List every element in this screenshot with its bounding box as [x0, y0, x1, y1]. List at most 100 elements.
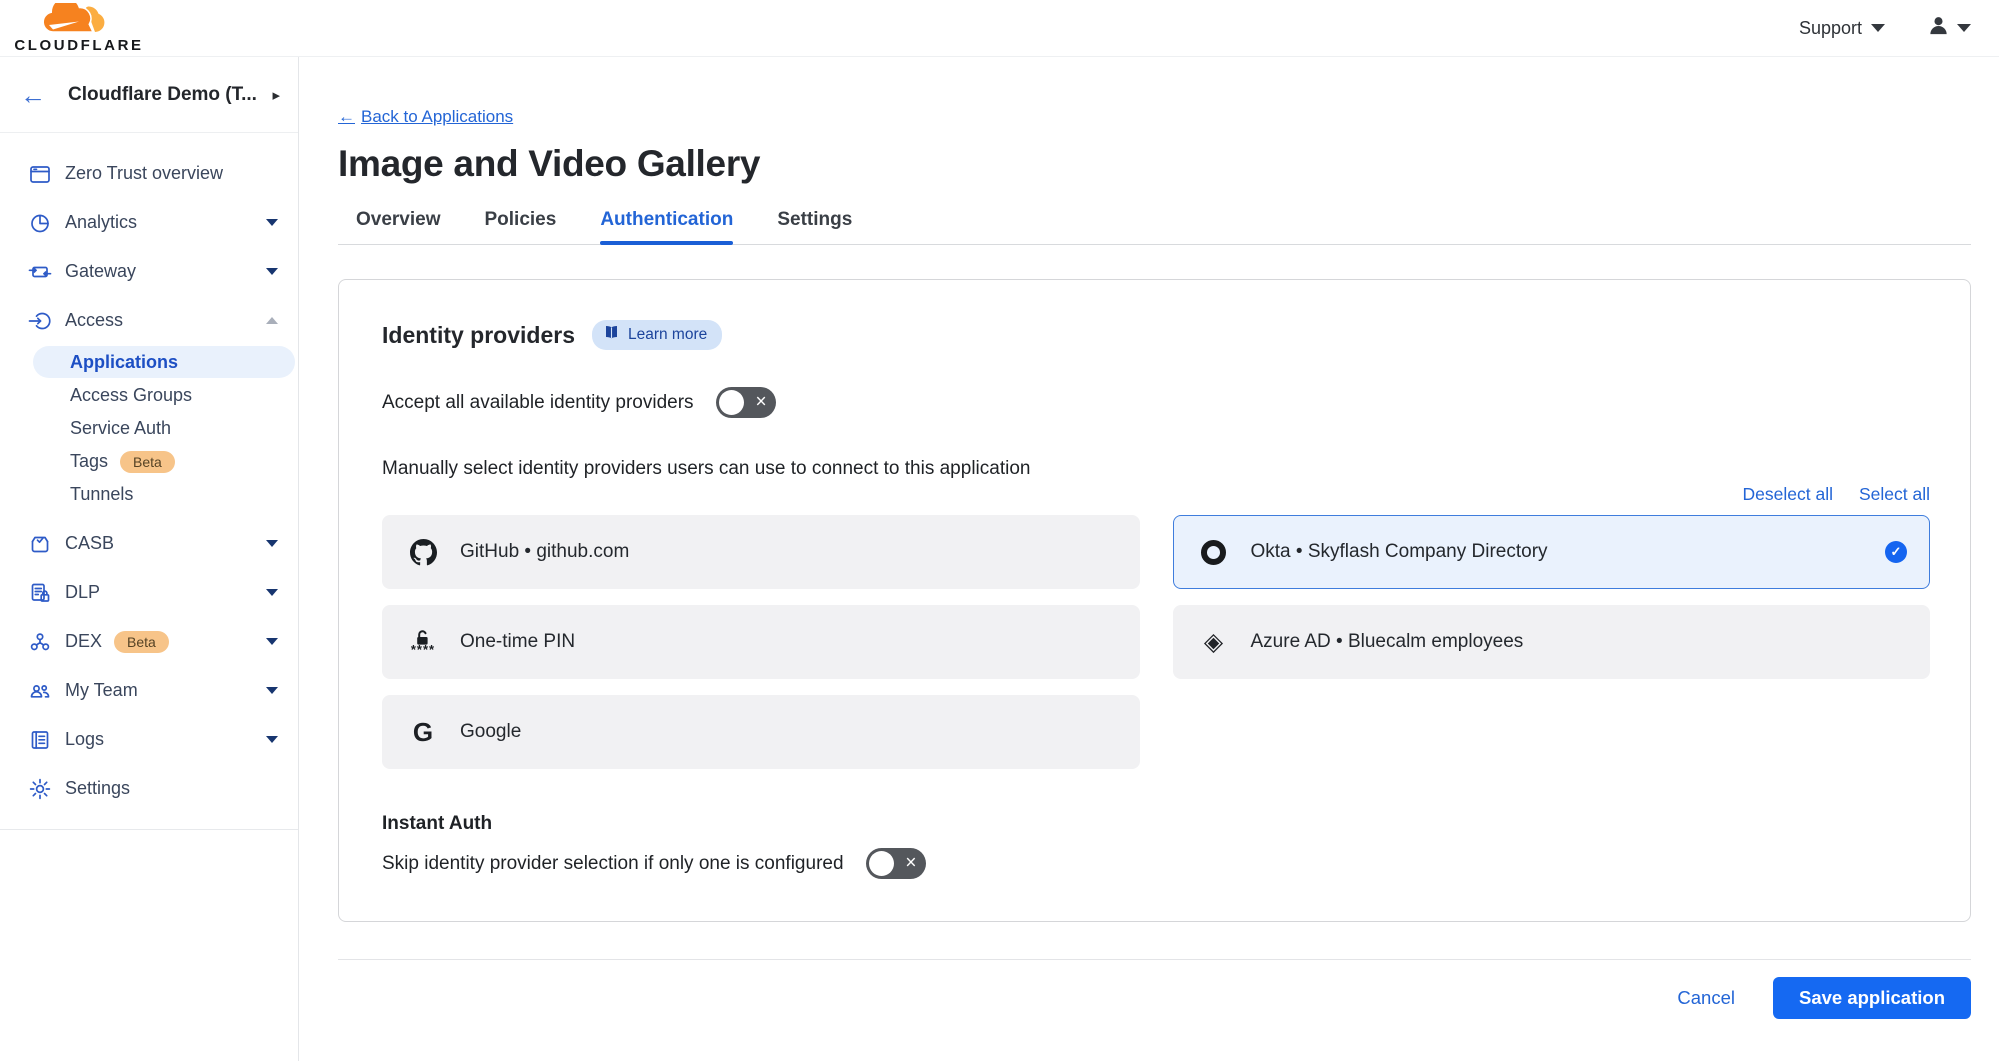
provider-card-one-time-pin[interactable]: **** One-time PIN: [382, 605, 1140, 679]
selected-check-icon: ✓: [1885, 541, 1907, 563]
sidebar-item-settings[interactable]: Settings: [0, 764, 298, 813]
tab-overview[interactable]: Overview: [356, 209, 441, 244]
accept-all-toggle[interactable]: ×: [716, 387, 776, 418]
cloudflare-logo[interactable]: CLOUDFLARE: [14, 3, 144, 54]
zero-trust-dashboard: CLOUDFLARE Support ← Cloudflare Demo (: [0, 0, 1999, 1061]
chevron-up-icon: [266, 317, 278, 324]
accept-all-row: Accept all available identity providers …: [382, 387, 1930, 418]
sidebar-item-dex[interactable]: DEX Beta: [0, 617, 298, 666]
top-header: CLOUDFLARE Support: [0, 0, 1999, 57]
sidebar-item-label: Applications: [70, 352, 178, 373]
back-link-label: Back to Applications: [361, 107, 513, 127]
main-content: ← Back to Applications Image and Video G…: [299, 57, 1999, 1061]
support-menu[interactable]: Support: [1799, 18, 1885, 39]
toggle-knob: [719, 390, 744, 415]
sidebar-item-tags[interactable]: Tags Beta: [0, 445, 298, 478]
provider-card-google[interactable]: G Google: [382, 695, 1140, 769]
chevron-down-icon: [1871, 24, 1885, 32]
sidebar-item-label: CASB: [65, 533, 114, 554]
beta-badge: Beta: [114, 631, 169, 653]
support-label: Support: [1799, 18, 1862, 39]
book-icon: [603, 325, 620, 345]
card-heading-row: Identity providers Learn more: [382, 320, 1930, 350]
save-application-button[interactable]: Save application: [1773, 977, 1971, 1019]
sidebar-item-label: DEX: [65, 631, 102, 652]
provider-card-github[interactable]: GitHub • github.com: [382, 515, 1140, 589]
sidebar-item-access[interactable]: Access: [0, 296, 298, 345]
identity-providers-card: Identity providers Learn more Accept all…: [338, 279, 1971, 922]
sidebar-item-label: Tags: [70, 451, 108, 472]
tab-bar: Overview Policies Authentication Setting…: [338, 209, 1971, 245]
sidebar: ← Cloudflare Demo (T... ▸ Zero Trust ove…: [0, 57, 299, 1061]
sidebar-item-gateway[interactable]: Gateway: [0, 247, 298, 296]
deselect-all-link[interactable]: Deselect all: [1743, 484, 1833, 505]
diamond-glyph: ◈: [1204, 630, 1223, 655]
google-g-glyph: G: [413, 719, 433, 745]
sidebar-item-logs[interactable]: Logs: [0, 715, 298, 764]
okta-icon: [1199, 540, 1229, 565]
provider-label: Google: [460, 721, 521, 743]
sidebar-item-label: Analytics: [65, 212, 137, 233]
sidebar-item-label: Settings: [65, 778, 130, 799]
github-icon: [408, 539, 438, 566]
check-glyph: ✓: [1891, 544, 1902, 560]
cloudflare-cloud-icon: [35, 3, 123, 40]
tab-settings[interactable]: Settings: [777, 209, 852, 244]
sidebar-item-analytics[interactable]: Analytics: [0, 198, 298, 247]
sidebar-divider: [0, 829, 298, 830]
back-to-applications-link[interactable]: ← Back to Applications: [338, 107, 513, 127]
left-arrow-icon: ←: [338, 107, 355, 127]
header-actions: Support: [1799, 14, 1971, 42]
chevron-down-icon: [266, 638, 278, 645]
tab-authentication[interactable]: Authentication: [600, 209, 733, 244]
instant-auth-row: Skip identity provider selection if only…: [382, 848, 1930, 879]
select-all-link[interactable]: Select all: [1859, 484, 1930, 505]
user-icon: [1927, 14, 1950, 42]
window-icon: [27, 161, 52, 186]
selection-links: Deselect all Select all: [382, 484, 1930, 505]
page-title: Image and Video Gallery: [338, 143, 1971, 185]
sidebar-item-casb[interactable]: CASB: [0, 519, 298, 568]
user-menu[interactable]: [1927, 14, 1971, 42]
back-arrow-icon[interactable]: ←: [20, 82, 46, 108]
sidebar-item-access-groups[interactable]: Access Groups: [0, 379, 298, 412]
chevron-down-icon: [266, 540, 278, 547]
access-submenu: Applications Access Groups Service Auth …: [0, 346, 298, 511]
cloudflare-wordmark: CLOUDFLARE: [14, 37, 143, 54]
sidebar-item-label: Access: [65, 310, 123, 331]
sidebar-item-label: DLP: [65, 582, 100, 603]
provider-card-okta[interactable]: Okta • Skyflash Company Directory ✓: [1173, 515, 1931, 589]
account-name: Cloudflare Demo (T...: [68, 84, 257, 106]
chevron-down-icon: [266, 268, 278, 275]
skip-selection-label: Skip identity provider selection if only…: [382, 853, 844, 875]
manual-select-label: Manually select identity providers users…: [382, 458, 1930, 480]
account-expand-icon[interactable]: ▸: [272, 86, 280, 104]
instant-auth-heading: Instant Auth: [382, 813, 1930, 835]
tab-policies[interactable]: Policies: [485, 209, 557, 244]
provider-label: GitHub • github.com: [460, 541, 629, 563]
sidebar-item-applications[interactable]: Applications: [33, 346, 295, 378]
sidebar-item-label: Gateway: [65, 261, 136, 282]
chevron-down-icon: [266, 219, 278, 226]
team-icon: [27, 678, 52, 703]
sidebar-item-zero-trust-overview[interactable]: Zero Trust overview: [0, 149, 298, 198]
instant-auth-toggle[interactable]: ×: [866, 848, 926, 879]
sidebar-item-my-team[interactable]: My Team: [0, 666, 298, 715]
sidebar-item-tunnels[interactable]: Tunnels: [0, 478, 298, 511]
provider-card-azure-ad[interactable]: ◈ Azure AD • Bluecalm employees: [1173, 605, 1931, 679]
dex-icon: [27, 629, 52, 654]
action-footer: Cancel Save application: [338, 977, 1971, 1019]
account-switcher: ← Cloudflare Demo (T... ▸: [0, 57, 298, 133]
pin-mask: ****: [411, 646, 435, 654]
learn-more-button[interactable]: Learn more: [592, 320, 722, 350]
sidebar-nav: Zero Trust overview Analytics Gateway: [0, 133, 298, 830]
cancel-button[interactable]: Cancel: [1677, 987, 1735, 1009]
provider-label: One-time PIN: [460, 631, 575, 653]
sidebar-item-label: Access Groups: [70, 385, 192, 406]
toggle-knob: [869, 851, 894, 876]
sidebar-item-dlp[interactable]: DLP: [0, 568, 298, 617]
gateway-icon: [27, 259, 52, 284]
sidebar-item-service-auth[interactable]: Service Auth: [0, 412, 298, 445]
one-time-pin-icon: ****: [408, 630, 438, 654]
toggle-off-x-icon: ×: [755, 392, 766, 411]
